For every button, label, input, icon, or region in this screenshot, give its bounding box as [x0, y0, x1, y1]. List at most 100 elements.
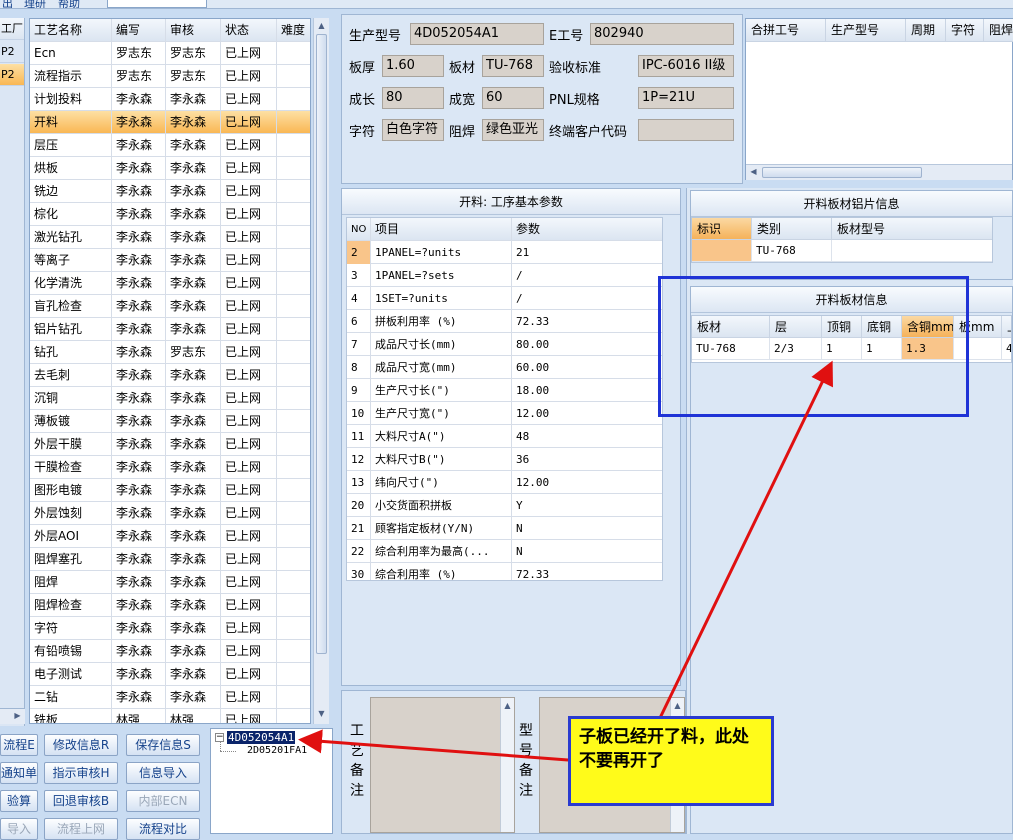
table-row[interactable]: 棕化 李永森 李永森 已上网 [30, 203, 310, 226]
cell-difficulty[interactable] [277, 134, 310, 157]
cell-difficulty[interactable] [277, 111, 310, 134]
cell-reviewer[interactable]: 李永森 [166, 410, 221, 433]
cell-writer[interactable]: 李永森 [112, 157, 166, 180]
cell-process[interactable]: 外层干膜 [30, 433, 112, 456]
scroll-thumb[interactable] [762, 167, 922, 178]
table-row[interactable]: 7 成品尺寸长(mm) 80.00 [347, 333, 662, 356]
cell-difficulty[interactable] [277, 272, 310, 295]
table-row[interactable]: 去毛刺 李永森 李永森 已上网 [30, 364, 310, 387]
model-field[interactable]: 4D052054A1 [410, 23, 544, 45]
cell-param[interactable]: Y [512, 494, 662, 517]
col-header-item[interactable]: 项目 [371, 218, 512, 241]
cell-difficulty[interactable] [277, 157, 310, 180]
table-row[interactable]: 3 1PANEL=?sets / [347, 264, 662, 287]
cell-process[interactable]: 薄板镀 [30, 410, 112, 433]
cell-difficulty[interactable] [277, 180, 310, 203]
table-row[interactable]: 等离子 李永森 李永森 已上网 [30, 249, 310, 272]
cell-status[interactable]: 已上网 [221, 42, 277, 65]
menu-item-help[interactable]: 帮助 [58, 0, 80, 8]
merge-grid-scrollbar[interactable]: ◀ [746, 164, 1012, 180]
col-header-process[interactable]: 工艺名称 [30, 19, 112, 42]
cell-reviewer[interactable]: 李永森 [166, 640, 221, 663]
process-remark-field[interactable]: ▲ [370, 697, 515, 833]
cell-status[interactable]: 已上网 [221, 88, 277, 111]
cell-writer[interactable]: 李永森 [112, 295, 166, 318]
cell-writer[interactable]: 李永森 [112, 433, 166, 456]
cell-difficulty[interactable] [277, 525, 310, 548]
table-row[interactable]: 10 生产尺寸宽(") 12.00 [347, 402, 662, 425]
cell-writer[interactable]: 李永森 [112, 640, 166, 663]
table-row[interactable]: 图形电镀 李永森 李永森 已上网 [30, 479, 310, 502]
cell-difficulty[interactable] [277, 433, 310, 456]
factory-item[interactable]: P2 [0, 41, 24, 63]
cell-writer[interactable]: 李永森 [112, 180, 166, 203]
cell-process[interactable]: 棕化 [30, 203, 112, 226]
material-field[interactable]: TU-768 [482, 55, 544, 77]
cell-no[interactable]: 9 [347, 379, 371, 402]
review-button[interactable]: 指示审核H [44, 762, 118, 784]
ejob-field[interactable]: 802940 [590, 23, 734, 45]
cell-process[interactable]: 铣板 [30, 709, 112, 723]
table-row[interactable]: 21 顾客指定板材(Y/N) N [347, 517, 662, 540]
cell-difficulty[interactable] [277, 364, 310, 387]
cell-status[interactable]: 已上网 [221, 65, 277, 88]
scroll-right-icon[interactable]: ▶ [12, 710, 23, 722]
cell-process[interactable]: 字符 [30, 617, 112, 640]
cell-writer[interactable]: 李永森 [112, 663, 166, 686]
table-row[interactable]: 字符 李永森 李永森 已上网 [30, 617, 310, 640]
cell-reviewer[interactable]: 罗志东 [166, 341, 221, 364]
cell-param[interactable]: / [512, 264, 662, 287]
table-row[interactable]: Ecn 罗志东 罗志东 已上网 [30, 42, 310, 65]
table-row[interactable]: 薄板镀 李永森 李永森 已上网 [30, 410, 310, 433]
flow-compare-button[interactable]: 流程对比 [126, 818, 200, 840]
cell-difficulty[interactable] [277, 709, 310, 723]
cell-status[interactable]: 已上网 [221, 456, 277, 479]
table-row[interactable]: 阻焊 李永森 李永森 已上网 [30, 571, 310, 594]
cell-no[interactable]: 3 [347, 264, 371, 287]
cell-process[interactable]: 沉铜 [30, 387, 112, 410]
table-row[interactable]: 计划投料 李永森 李永森 已上网 [30, 88, 310, 111]
foil-cell-mark[interactable] [692, 240, 752, 262]
table-row[interactable]: 20 小交货面积拼板 Y [347, 494, 662, 517]
table-row[interactable]: 激光钻孔 李永森 李永森 已上网 [30, 226, 310, 249]
cell-process[interactable]: 二钻 [30, 686, 112, 709]
col-header-no[interactable]: NO [347, 218, 371, 241]
table-row[interactable]: 9 生产尺寸长(") 18.00 [347, 379, 662, 402]
merge-col-cycle[interactable]: 周期 [906, 19, 946, 42]
cell-status[interactable]: 已上网 [221, 640, 277, 663]
table-row[interactable]: 二钻 李永森 李永森 已上网 [30, 686, 310, 709]
cell-reviewer[interactable]: 李永森 [166, 111, 221, 134]
cell-reviewer[interactable]: 李永森 [166, 548, 221, 571]
table-row[interactable]: 外层干膜 李永森 李永森 已上网 [30, 433, 310, 456]
cell-process[interactable]: 去毛刺 [30, 364, 112, 387]
foil-col-board[interactable]: 板材型号 [832, 218, 992, 240]
cell-writer[interactable]: 李永森 [112, 387, 166, 410]
cell-reviewer[interactable]: 李永森 [166, 226, 221, 249]
scroll-thumb[interactable] [316, 34, 327, 654]
cell-process[interactable]: 层压 [30, 134, 112, 157]
cell-status[interactable]: 已上网 [221, 479, 277, 502]
table-row[interactable]: 外层蚀刻 李永森 李永森 已上网 [30, 502, 310, 525]
table-row[interactable]: 开料 李永森 李永森 已上网 [30, 111, 310, 134]
cell-process[interactable]: 开料 [30, 111, 112, 134]
cell-status[interactable]: 已上网 [221, 249, 277, 272]
table-row[interactable]: 30 综合利用率 (%) 72.33 [347, 563, 662, 580]
cell-no[interactable]: 13 [347, 471, 371, 494]
cell-reviewer[interactable]: 林强 [166, 709, 221, 723]
process-grid-scrollbar[interactable]: ▲ ▼ [313, 18, 329, 724]
internal-ecn-button[interactable]: 内部ECN [126, 790, 200, 812]
thickness-field[interactable]: 1.60 [382, 55, 444, 77]
cell-difficulty[interactable] [277, 456, 310, 479]
cell-status[interactable]: 已上网 [221, 341, 277, 364]
cell-writer[interactable]: 李永森 [112, 571, 166, 594]
scroll-up-icon[interactable]: ▲ [672, 700, 683, 712]
cell-writer[interactable]: 李永森 [112, 226, 166, 249]
cell-writer[interactable]: 李永森 [112, 111, 166, 134]
cell-item[interactable]: 成品尺寸长(mm) [371, 333, 512, 356]
cell-reviewer[interactable]: 李永森 [166, 272, 221, 295]
factory-item-selected[interactable]: P2 [0, 64, 24, 86]
cell-writer[interactable]: 李永森 [112, 548, 166, 571]
cell-reviewer[interactable]: 李永森 [166, 88, 221, 111]
cell-process[interactable]: 阻焊塞孔 [30, 548, 112, 571]
foil-col-type[interactable]: 类别 [752, 218, 832, 240]
